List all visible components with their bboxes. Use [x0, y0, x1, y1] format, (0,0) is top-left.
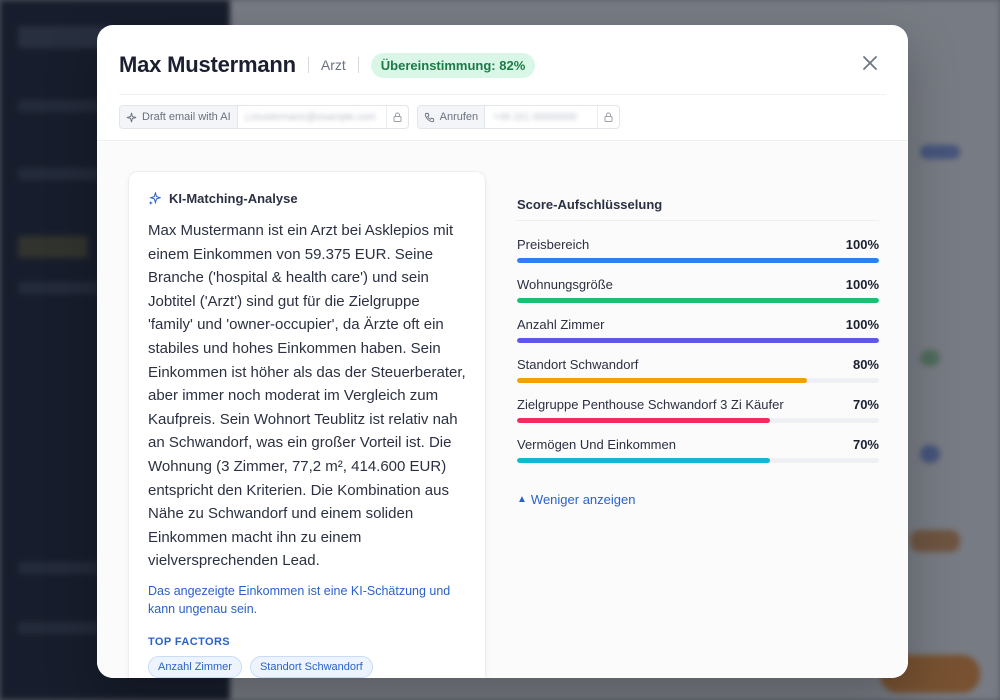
sparkle-icon [126, 112, 137, 122]
score-label: Standort Schwandorf [517, 356, 639, 372]
email-field: Draft email with AI j.mustermann@example… [119, 105, 409, 129]
match-badge: Übereinstimmung: 82% [370, 52, 536, 78]
score-bar [517, 258, 879, 263]
score-bar [517, 458, 879, 463]
score-bar [517, 378, 879, 383]
score-bar-fill [517, 298, 879, 303]
ai-matching-card: KI-Matching-Analyse Max Mustermann ist e… [128, 171, 486, 678]
score-bar-fill [517, 338, 879, 343]
phone-field: Anrufen +49 151 00000000 [416, 105, 621, 129]
score-value: 100% [845, 236, 879, 252]
score-bar-fill [517, 458, 771, 463]
score-value: 100% [845, 316, 879, 332]
draft-email-button[interactable]: Draft email with AI [120, 106, 238, 128]
score-item: Standort Schwandorf 80% [517, 354, 879, 394]
sparkle-icon [148, 191, 161, 205]
score-bar-fill [517, 378, 807, 383]
score-item: Zielgruppe Penthouse Schwandorf 3 Zi Käu… [517, 394, 879, 434]
top-factors-label: TOP FACTORS [148, 635, 231, 648]
caret-up-icon: ▲ [517, 494, 527, 505]
header-divider [119, 94, 886, 95]
lock-icon [604, 112, 613, 122]
score-value: 80% [852, 356, 879, 372]
score-breakdown: Score-Aufschlüsselung Preisbereich 100% W… [517, 197, 879, 507]
score-value: 70% [852, 436, 879, 452]
score-value: 70% [852, 396, 879, 412]
score-bar [517, 338, 879, 343]
call-label: Anrufen [439, 111, 479, 123]
email-value: j.mustermann@example.com [245, 111, 376, 123]
lock-icon [393, 112, 402, 122]
score-bar [517, 298, 879, 303]
analysis-text: Max Mustermann ist ein Arzt bei Asklepio… [148, 222, 466, 570]
lead-detail-modal: Max Mustermann Arzt Übereinstimmung: 82%… [97, 25, 908, 678]
score-bar-fill [517, 258, 879, 263]
score-label: Vermögen Und Einkommen [517, 436, 676, 452]
title-separator [307, 57, 309, 73]
factor-tag: Anzahl Zimmer [148, 655, 242, 678]
close-icon [863, 56, 877, 70]
phone-lock [597, 106, 619, 128]
score-label: Zielgruppe Penthouse Schwandorf 3 Zi Käu… [517, 396, 784, 412]
close-button[interactable] [860, 53, 880, 73]
title-separator [357, 57, 359, 73]
score-item: Preisbereich 100% [517, 234, 879, 274]
score-label: Preisbereich [517, 236, 590, 252]
show-less-link[interactable]: ▲ Weniger anzeigen [517, 492, 879, 507]
lead-role: Arzt [320, 57, 346, 73]
modal-body: KI-Matching-Analyse Max Mustermann ist e… [97, 142, 908, 678]
score-bar [517, 418, 879, 423]
income-disclaimer: Das angezeigte Einkommen ist eine KI-Sch… [148, 583, 451, 616]
phone-value: +49 151 00000000 [493, 111, 577, 123]
draft-email-label: Draft email with AI [142, 111, 231, 123]
score-heading: Score-Aufschlüsselung [517, 197, 879, 221]
card-title: KI-Matching-Analyse [148, 190, 467, 206]
factor-tag: Standort Schwandorf [249, 655, 373, 678]
modal-header: Max Mustermann Arzt Übereinstimmung: 82%… [97, 25, 908, 141]
title-row: Max Mustermann Arzt Übereinstimmung: 82% [119, 52, 536, 78]
score-value: 100% [845, 276, 879, 292]
score-item: Anzahl Zimmer 100% [517, 314, 879, 354]
score-item: Wohnungsgröße 100% [517, 274, 879, 314]
email-lock [385, 106, 408, 128]
contact-row: Draft email with AI j.mustermann@example… [119, 105, 621, 129]
show-less-label: Weniger anzeigen [530, 492, 636, 507]
phone-icon [424, 112, 434, 122]
score-list: Preisbereich 100% Wohnungsgröße 100% Anzah… [517, 234, 879, 474]
lead-name: Max Mustermann [119, 52, 296, 77]
score-item: Vermögen Und Einkommen 70% [517, 434, 879, 474]
score-label: Anzahl Zimmer [517, 316, 605, 332]
score-label: Wohnungsgröße [517, 276, 613, 292]
top-factors-list: Anzahl Zimmer Standort Schwandorf [148, 655, 467, 678]
call-button[interactable]: Anrufen [417, 106, 486, 128]
card-title-text: KI-Matching-Analyse [169, 190, 298, 206]
score-bar-fill [517, 418, 771, 423]
